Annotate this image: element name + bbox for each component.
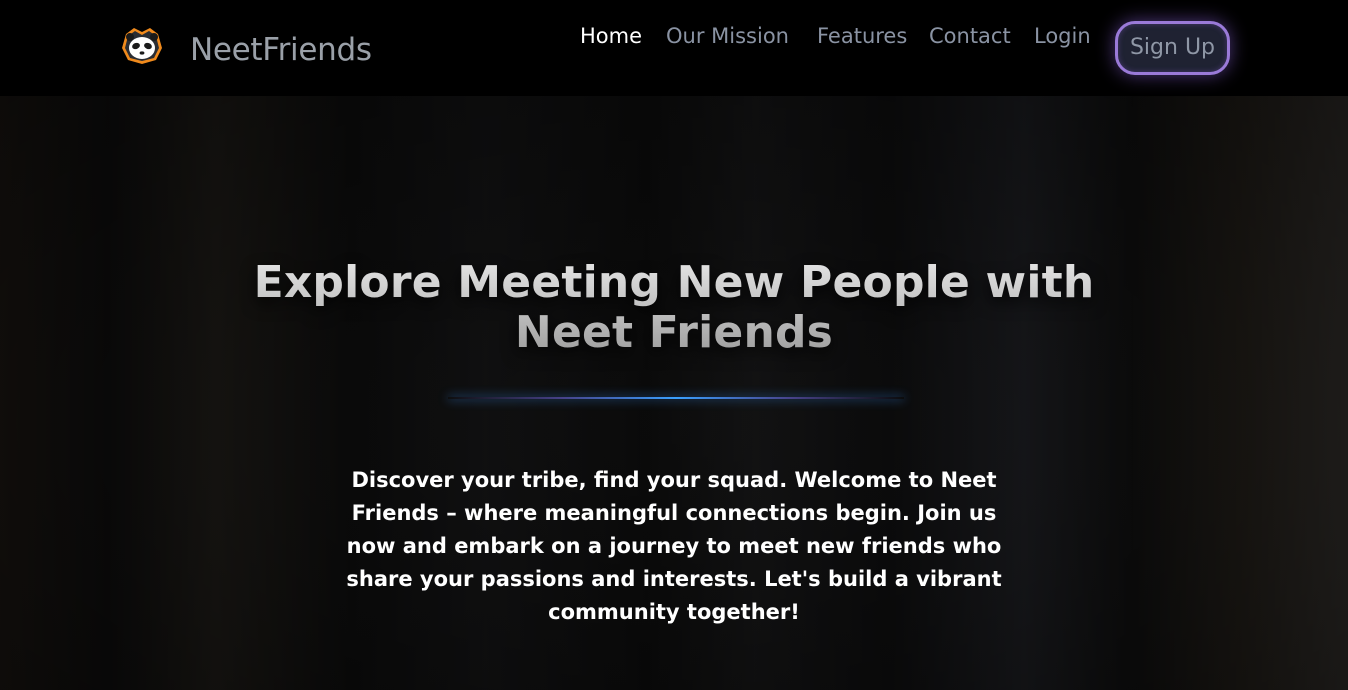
hero-section: Explore Meeting New People with Neet Fri… xyxy=(0,96,1348,690)
hero-title-line-2: Neet Friends xyxy=(514,307,834,358)
hero-title: Explore Meeting New People with Neet Fri… xyxy=(0,258,1348,358)
nav-link-home[interactable]: Home xyxy=(580,22,642,50)
hero-description: Discover your tribe, find your squad. We… xyxy=(346,468,1002,624)
nav-link-login[interactable]: Login xyxy=(1034,22,1091,50)
nav-link-contact[interactable]: Contact xyxy=(929,22,1011,50)
nav-link-our-mission[interactable]: Our Mission xyxy=(666,22,789,50)
top-navbar: NeetFriends Home Our Mission Features Co… xyxy=(0,0,1348,96)
nav-link-features[interactable]: Features xyxy=(817,22,907,50)
panda-ninja-icon[interactable] xyxy=(118,26,166,66)
signup-button[interactable]: Sign Up xyxy=(1115,21,1230,75)
brand-name[interactable]: NeetFriends xyxy=(190,30,372,70)
hero-title-line-1: Explore Meeting New People with xyxy=(253,257,1095,308)
glow-divider xyxy=(448,397,904,399)
